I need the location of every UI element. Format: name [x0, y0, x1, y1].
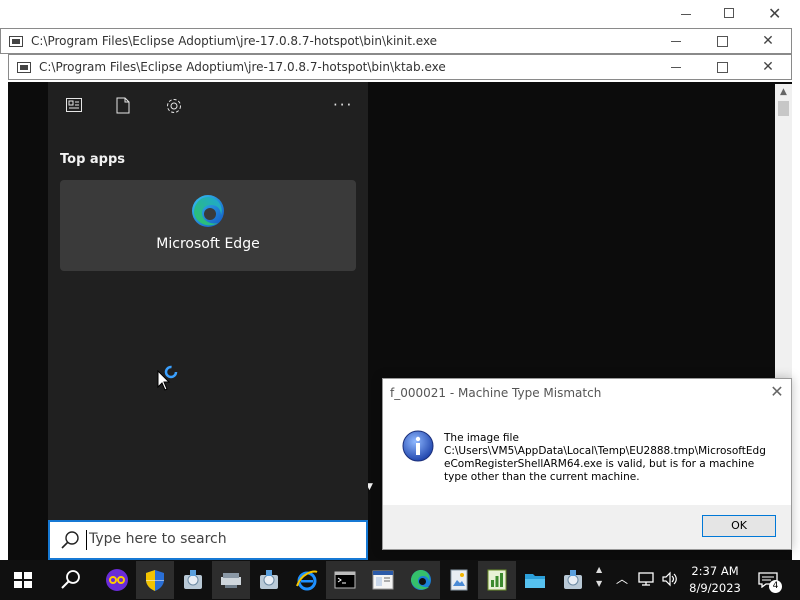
- console-window-icon: [9, 35, 23, 47]
- dialog-message-line: C:\Users\VM5\AppData\Local\Temp\EU2888.t…: [444, 445, 766, 457]
- taskbar-app-12[interactable]: [516, 561, 554, 599]
- installer-icon: [221, 573, 241, 588]
- kinit-window-title: C:\Program Files\Eclipse Adoptium\jre-17…: [31, 34, 438, 48]
- taskbar-app-1[interactable]: [98, 561, 136, 599]
- ok-button[interactable]: OK: [702, 515, 776, 537]
- taskbar-app-6[interactable]: [288, 561, 326, 599]
- app-icon: [106, 569, 128, 591]
- image-icon: [450, 569, 468, 591]
- dialog-title: f_000021 - Machine Type Mismatch: [390, 386, 602, 400]
- taskbar-app-11[interactable]: [478, 561, 516, 599]
- console-window-icon: [17, 61, 31, 73]
- dialog-message: The image file C:\Users\VM5\AppData\Loca…: [444, 432, 774, 484]
- document-icon[interactable]: [116, 97, 130, 118]
- top-window-close-button[interactable]: ✕: [768, 4, 781, 23]
- taskbar-app-4[interactable]: [212, 561, 250, 599]
- installer-icon: [564, 570, 582, 589]
- dialog-close-button[interactable]: ✕: [768, 382, 786, 401]
- scroll-up-icon[interactable]: ▲: [775, 84, 792, 100]
- mouse-cursor-icon: [157, 370, 171, 391]
- edge-icon: [192, 195, 224, 227]
- windows-start-icon: [14, 572, 32, 588]
- taskbar-app-2[interactable]: [136, 561, 174, 599]
- top-window-restore-button[interactable]: [722, 6, 736, 20]
- edge-icon: [411, 570, 431, 590]
- taskbar-app-10[interactable]: [440, 561, 478, 599]
- settings-icon[interactable]: [165, 97, 183, 119]
- kinit-close-button[interactable]: ✕: [745, 33, 791, 49]
- shield-icon: [146, 570, 164, 591]
- network-icon[interactable]: [638, 571, 656, 587]
- taskbar-app-3[interactable]: [174, 561, 212, 599]
- info-icon: [402, 430, 434, 462]
- scroll-thumb[interactable]: [778, 101, 789, 116]
- chart-icon: [487, 569, 507, 591]
- ktab-maximize-button[interactable]: [699, 59, 745, 75]
- kinit-minimize-button[interactable]: [653, 33, 699, 49]
- news-icon[interactable]: [66, 98, 82, 116]
- taskbar-overflow-icon[interactable]: ▲ ▼: [596, 563, 602, 591]
- app-tile-label: Microsoft Edge: [156, 236, 260, 252]
- search-placeholder: Type here to search: [89, 531, 227, 547]
- taskbar-app-8[interactable]: [364, 561, 402, 599]
- kinit-window-titlebar[interactable]: C:\Program Files\Eclipse Adoptium\jre-17…: [0, 28, 792, 54]
- installer-icon: [260, 570, 278, 589]
- ktab-window-title: C:\Program Files\Eclipse Adoptium\jre-17…: [39, 60, 446, 74]
- window-icon: [372, 570, 394, 590]
- ie-icon: [296, 570, 318, 591]
- start-button[interactable]: [4, 561, 42, 599]
- text-caret: [86, 530, 87, 550]
- taskbar-app-13[interactable]: [554, 561, 592, 599]
- terminal-icon: [334, 571, 356, 589]
- top-apps-heading: Top apps: [60, 152, 126, 167]
- notification-count-badge: 4: [769, 580, 782, 593]
- dialog-message-line: eComRegisterShellARM64.exe is valid, but…: [444, 458, 755, 470]
- taskbar-search-button[interactable]: [52, 561, 90, 599]
- search-icon: [61, 531, 79, 549]
- taskbar-app-9[interactable]: [402, 561, 440, 599]
- volume-icon[interactable]: [661, 571, 679, 587]
- ktab-window-titlebar[interactable]: C:\Program Files\Eclipse Adoptium\jre-17…: [8, 54, 792, 80]
- dialog-message-line: type other than the current machine.: [444, 471, 640, 483]
- top-window-minimize-button[interactable]: [676, 6, 696, 22]
- taskbar-app-7[interactable]: [326, 561, 364, 599]
- clock-time: 2:37 AM: [691, 564, 739, 578]
- tray-chevron-up-icon[interactable]: ︿: [616, 570, 628, 587]
- clock-date: 8/9/2023: [689, 581, 741, 595]
- kinit-maximize-button[interactable]: [699, 33, 745, 49]
- ktab-close-button[interactable]: ✕: [745, 59, 791, 75]
- dialog-message-line: The image file: [444, 432, 519, 444]
- installer-icon: [184, 570, 202, 589]
- ktab-minimize-button[interactable]: [653, 59, 699, 75]
- more-icon[interactable]: ···: [333, 96, 353, 114]
- taskbar-clock[interactable]: 2:37 AM 8/9/2023: [686, 563, 744, 597]
- taskbar-app-5[interactable]: [250, 561, 288, 599]
- search-icon: [61, 570, 80, 589]
- folder-icon: [525, 574, 545, 588]
